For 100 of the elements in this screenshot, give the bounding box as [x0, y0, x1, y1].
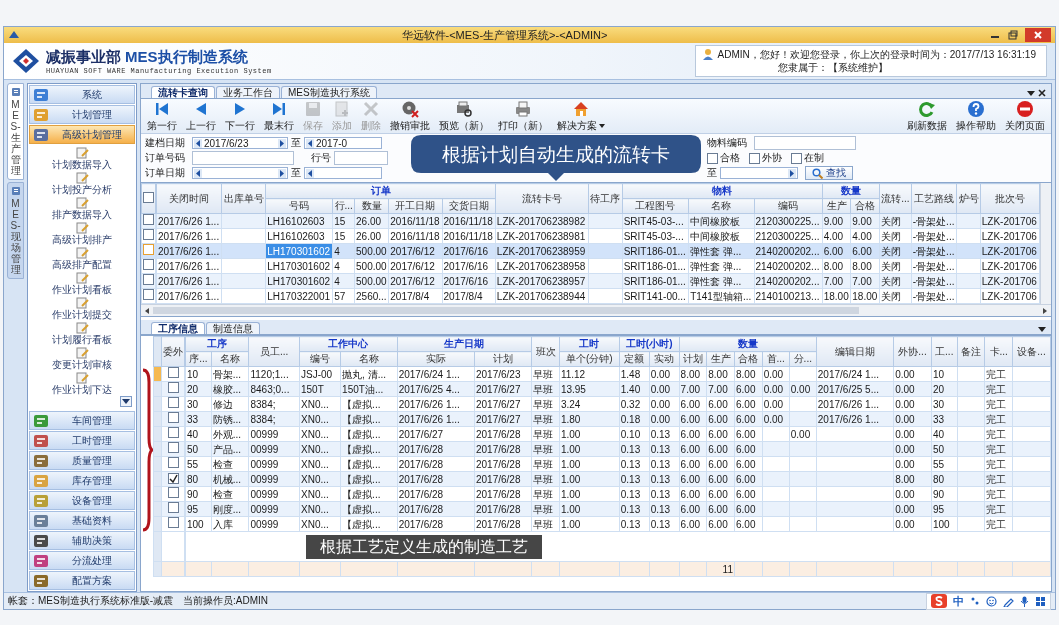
submenu-item[interactable]: 高级排产配置: [52, 247, 112, 272]
submenu-item[interactable]: 计划投产分析: [52, 172, 112, 197]
column-header[interactable]: 员工...: [249, 336, 300, 367]
triangle-right-icon[interactable]: [278, 168, 286, 178]
submenu-item[interactable]: 作业计划看板: [52, 272, 112, 297]
column-header[interactable]: 待工序: [588, 183, 623, 214]
row-checkbox[interactable]: [143, 289, 154, 300]
triangle-right-icon[interactable]: [1041, 306, 1049, 315]
side-tab[interactable]: MES-生产管理: [7, 83, 24, 180]
row-checkbox[interactable]: [167, 502, 179, 513]
row-checkbox[interactable]: [143, 244, 154, 255]
sidebar-group[interactable]: 设备管理: [29, 491, 135, 510]
restore-icon[interactable]: [1007, 30, 1019, 40]
toolbar-button[interactable]: 刷新数据: [905, 99, 949, 133]
sidebar-group[interactable]: 车间管理: [29, 411, 135, 430]
sidebar-group[interactable]: 辅助决策: [29, 531, 135, 550]
date-field[interactable]: [304, 167, 382, 179]
input-field[interactable]: [192, 151, 294, 165]
checkbox[interactable]: [707, 152, 718, 164]
row-checkbox[interactable]: [167, 427, 179, 438]
triangle-left-icon[interactable]: [194, 168, 202, 178]
dropdown-icon[interactable]: [1037, 324, 1047, 334]
row-checkbox[interactable]: [167, 472, 179, 484]
column-header[interactable]: 流转卡号: [495, 183, 589, 214]
toolbar-button[interactable]: 撤销审批: [388, 99, 432, 133]
smiley-icon[interactable]: [986, 595, 997, 607]
toolbar-button[interactable]: 上一行: [184, 99, 218, 133]
column-header[interactable]: 流转...: [879, 183, 912, 214]
submenu-item[interactable]: 高级计划排产: [52, 222, 112, 247]
row-checkbox[interactable]: [143, 259, 154, 270]
column-header[interactable]: 工...: [931, 336, 958, 367]
toolbar-button[interactable]: 下一行: [223, 99, 257, 133]
row-checkbox[interactable]: [167, 457, 179, 468]
date-field[interactable]: 2017-0: [304, 137, 382, 149]
input-field[interactable]: [754, 136, 856, 150]
column-header[interactable]: 卡...: [984, 336, 1013, 367]
sidebar-group[interactable]: 高级计划管理: [29, 125, 135, 144]
row-checkbox[interactable]: [167, 382, 179, 393]
table-row[interactable]: 2017/6/26 1... LH170301602 4 500.00 2017/6/12 2017/6/16 LZK-201706238957 SRIT186-01... 弹性套 弹... 2140200202... 7.00 7.00 关闭 -骨架处... LZK-201706: [156, 273, 1040, 289]
row-checkbox[interactable]: [167, 487, 179, 498]
sidebar-group[interactable]: 分流处理: [29, 551, 135, 570]
vertical-scrollbar[interactable]: [1040, 183, 1051, 304]
column-header[interactable]: 关闭时间: [156, 183, 222, 214]
column-header[interactable]: 备注: [957, 336, 985, 367]
tab[interactable]: MES制造执行系统: [281, 86, 377, 98]
input-field[interactable]: [334, 151, 388, 165]
submenu-item[interactable]: 作业计划下达: [52, 372, 112, 397]
date-field[interactable]: 2017/6/23: [192, 137, 288, 149]
column-header[interactable]: 批次号: [980, 183, 1040, 214]
microphone-icon[interactable]: [1020, 595, 1029, 607]
scroll-down-button[interactable]: [120, 396, 132, 407]
side-tab[interactable]: MES-现场管理: [7, 182, 24, 279]
submenu-item[interactable]: 计划履行看板: [52, 322, 112, 347]
triangle-left-icon[interactable]: [306, 168, 314, 178]
punctuation-icon[interactable]: [970, 596, 980, 606]
submenu-item[interactable]: 排产数据导入: [52, 197, 112, 222]
column-header[interactable]: 出库单号: [221, 183, 266, 214]
horizontal-scrollbar[interactable]: [141, 304, 1051, 316]
checkbox[interactable]: [749, 152, 760, 164]
submenu-item[interactable]: 变更计划审核: [52, 347, 112, 372]
tab[interactable]: 业务工作台: [216, 86, 280, 98]
submenu-item[interactable]: 作业计划提交: [52, 297, 112, 322]
sidebar-group[interactable]: 系统: [29, 85, 135, 104]
row-checkbox[interactable]: [143, 274, 154, 285]
checkbox[interactable]: [791, 152, 802, 164]
row-checkbox[interactable]: [143, 229, 154, 240]
row-checkbox[interactable]: [167, 442, 179, 453]
input-mode-text[interactable]: 中: [953, 593, 964, 609]
column-header[interactable]: 外协...: [893, 336, 932, 367]
search-button[interactable]: 查找: [805, 166, 853, 180]
tab[interactable]: 制造信息: [206, 322, 260, 334]
close-icon[interactable]: [1037, 88, 1047, 98]
column-header[interactable]: 炉号: [956, 183, 981, 214]
sidebar-group[interactable]: 计划管理: [29, 105, 135, 124]
sidebar-group[interactable]: 工时管理: [29, 431, 135, 450]
triangle-right-icon[interactable]: [278, 138, 286, 148]
column-header[interactable]: 班次: [531, 336, 560, 367]
row-checkbox[interactable]: [167, 397, 179, 408]
sidebar-group[interactable]: 基础资料: [29, 511, 135, 530]
column-header[interactable]: 设备...: [1012, 336, 1051, 367]
table-row[interactable]: 2017/6/26 1... LH170322001 57 2560... 2017/8/4 2017/8/4 LZK-201706238944 SRIT141-00... T141型轴箱... 2140100213... 18.00 18.00 关闭 -骨架处... LZK-201706: [156, 288, 1040, 304]
toolbar-button[interactable]: 打印（新）: [496, 99, 550, 133]
toolbar-button[interactable]: 操作帮助: [954, 99, 998, 133]
grid-icon[interactable]: [1035, 595, 1046, 607]
row-checkbox[interactable]: [167, 412, 179, 423]
tab[interactable]: 工序信息: [151, 322, 205, 334]
caret-icon[interactable]: [599, 123, 605, 128]
sidebar-group[interactable]: 库存管理: [29, 471, 135, 490]
row-checkbox[interactable]: [167, 367, 179, 378]
table-row[interactable]: 2017/6/26 1... LH170301602 4 500.00 2017/6/12 2017/6/16 LZK-201706238958 SRIT186-01... 弹性套 弹... 2140200202... 8.00 8.00 关闭 -骨架处... LZK-201706: [156, 258, 1040, 274]
date-field[interactable]: [192, 167, 288, 179]
column-header[interactable]: 工艺路线: [911, 183, 957, 214]
table-row[interactable]: 2017/6/26 1... LH16102603 15 26.00 2016/11/18 2016/11/18 LZK-201706238981 SRIT45-03-... 中间橡胶板 2120300225... 4.00 4.00 关闭 -骨架处... LZK-201706: [156, 228, 1040, 244]
close-button[interactable]: [1025, 28, 1051, 42]
tab[interactable]: 流转卡查询: [151, 86, 215, 98]
table-row[interactable]: 2017/6/26 1... LH170301602 4 500.00 2017/6/12 2017/6/16 LZK-201706238959 SRIT186-01... 弹性套 弹... 2140200202... 6.00 6.00 关闭 -骨架处... LZK-201706: [156, 243, 1040, 259]
triangle-left-icon[interactable]: [143, 306, 151, 315]
submenu-item[interactable]: 计划数据导入: [52, 147, 112, 172]
toolbar-button[interactable]: 第一行: [145, 99, 179, 133]
ime-logo-icon[interactable]: [931, 594, 947, 608]
